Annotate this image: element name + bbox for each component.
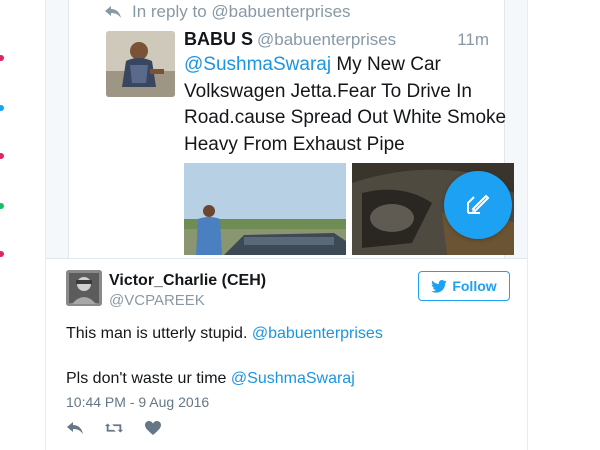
compose-icon <box>467 194 490 214</box>
mention-link[interactable]: @babuenterprises <box>252 325 383 342</box>
tweet-timestamp[interactable]: 10:44 PM - 9 Aug 2016 <box>66 394 209 410</box>
quoted-mention-link[interactable]: @SushmaSwaraj <box>184 54 331 75</box>
edge-dots <box>0 0 8 450</box>
like-icon[interactable] <box>144 420 162 436</box>
tweet-photo[interactable] <box>184 163 346 255</box>
tweet-text-line: Pls don't waste ur time @SushmaSwaraj <box>66 370 355 388</box>
tweet-text: This man is utterly stupid. <box>66 325 252 342</box>
edge-dot <box>0 203 4 209</box>
mention-link[interactable]: @SushmaSwaraj <box>231 370 355 387</box>
author-handle[interactable]: @VCPAREEK <box>109 292 205 309</box>
tweet-actions <box>66 420 162 436</box>
quoted-author: BABU S @babuenterprises <box>184 29 396 50</box>
quoted-author-avatar[interactable] <box>106 31 175 97</box>
reply-icon <box>105 6 121 18</box>
edge-dot <box>0 55 4 61</box>
reply-context: In reply to @babuenterprises <box>105 2 351 22</box>
reply-context-text[interactable]: In reply to @babuenterprises <box>132 2 351 21</box>
quoted-tweet-text: @SushmaSwaraj My New Car Volkswagen Jett… <box>184 52 514 158</box>
edge-dot <box>0 105 4 111</box>
retweet-icon[interactable] <box>104 420 124 436</box>
quoted-author-handle[interactable]: @babuenterprises <box>257 30 396 49</box>
twitter-bird-icon <box>431 279 448 293</box>
edge-dot <box>0 153 4 159</box>
divider <box>46 258 527 259</box>
quoted-author-name[interactable]: BABU S <box>184 29 253 49</box>
edge-dot <box>0 251 4 257</box>
reply-icon[interactable] <box>66 420 84 436</box>
author-avatar[interactable] <box>66 270 102 306</box>
quoted-tweet-time[interactable]: 11m <box>457 30 489 50</box>
quoted-tweet-area: In reply to @babuenterprises BABU S @babu… <box>46 0 527 258</box>
quoted-tweet[interactable]: In reply to @babuenterprises BABU S @babu… <box>68 0 514 258</box>
follow-button[interactable]: Follow <box>418 271 510 301</box>
author-name[interactable]: Victor_Charlie (CEH) <box>109 272 266 290</box>
tweet-text: Pls don't waste ur time <box>66 370 231 387</box>
tweet-text-line: This man is utterly stupid. @babuenterpr… <box>66 325 383 343</box>
follow-button-label: Follow <box>452 278 497 294</box>
compose-button[interactable] <box>444 171 512 239</box>
tweet-card: In reply to @babuenterprises BABU S @babu… <box>45 0 528 450</box>
